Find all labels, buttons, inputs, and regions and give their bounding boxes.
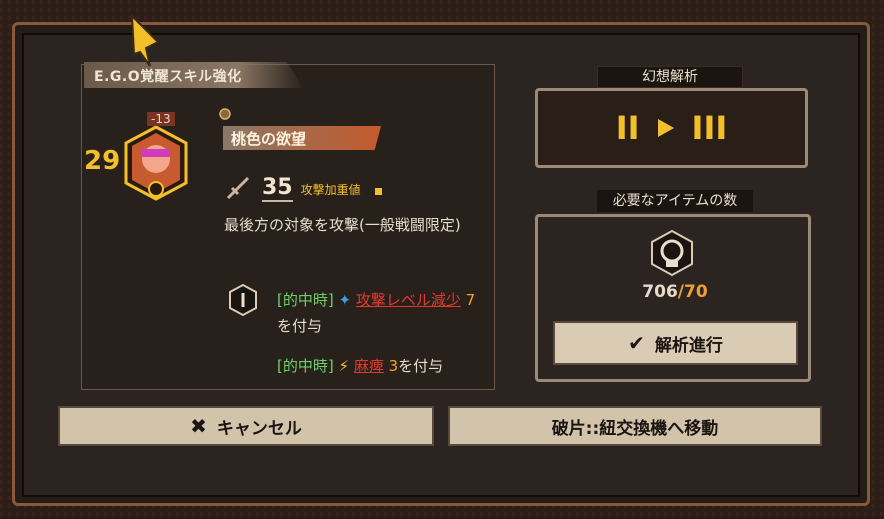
cancel-label: キャンセル xyxy=(216,418,302,439)
check-icon: ✔ xyxy=(628,331,645,355)
skill-effect-2: [的中時] ⚡ 麻痺 3を付与 xyxy=(277,355,497,377)
skill-name: 桃色の欲望 xyxy=(223,126,381,150)
skill-panel-title: E.G.O覚醒スキル強化 xyxy=(84,62,304,88)
effect-1-status[interactable]: 攻撃レベル減少 xyxy=(356,291,461,309)
item-shard-icon[interactable] xyxy=(648,229,696,277)
run-analysis-button[interactable]: ✔ 解析進行 xyxy=(553,321,798,365)
sword-icon xyxy=(226,176,250,200)
character-portrait[interactable] xyxy=(122,125,190,201)
pin-marker-icon xyxy=(130,14,160,67)
skill-power-row: 35 攻撃加重値 xyxy=(224,172,382,202)
skill-cost-tag: -13 xyxy=(147,112,175,126)
effect-2-suffix: を付与 xyxy=(398,357,444,375)
item-owned: 706 xyxy=(642,282,678,302)
close-icon: ✖ xyxy=(190,414,207,438)
effect-2-status[interactable]: 麻痺 xyxy=(354,357,384,375)
power-indicator-icon xyxy=(374,188,382,195)
attack-down-icon: ✦ xyxy=(338,291,352,309)
effect-1-trigger: [的中時] xyxy=(277,291,334,309)
coin-one-icon xyxy=(229,284,257,316)
analysis-to-level: III xyxy=(691,109,728,147)
character-level: 29 xyxy=(84,146,121,176)
analysis-title: 幻想解析 xyxy=(597,66,743,88)
required-items-title: 必要なアイテムの数 xyxy=(597,190,753,212)
item-count: 706/70 xyxy=(640,282,710,302)
arrow-right-icon xyxy=(657,119,674,137)
effect-1-suffix: を付与 xyxy=(277,317,323,335)
effect-1-value: 7 xyxy=(465,291,476,309)
skill-description: 最後方の対象を攻撃(一般戦闘限定) xyxy=(224,216,461,234)
skill-effect-1: [的中時] ✦ 攻撃レベル減少 7 を付与 xyxy=(277,287,477,339)
item-needed: 70 xyxy=(684,282,708,302)
cancel-button[interactable]: ✖ キャンセル xyxy=(58,406,434,446)
paralysis-icon: ⚡ xyxy=(338,357,350,375)
move-to-exchange-button[interactable]: 破片::紐交換機へ移動 xyxy=(448,406,822,446)
effect-2-value: 3 xyxy=(388,357,399,375)
effect-2-trigger: [的中時] xyxy=(277,357,334,375)
analysis-from-level: II xyxy=(615,109,640,147)
run-analysis-label: 解析進行 xyxy=(654,335,723,356)
move-label: 破片::紐交換機へ移動 xyxy=(551,418,719,439)
skill-slot-icon xyxy=(219,108,231,120)
analysis-level-box: II III xyxy=(535,88,808,168)
skill-power-value: 35 xyxy=(262,175,293,202)
skill-power-label: 攻撃加重値 xyxy=(300,183,361,197)
